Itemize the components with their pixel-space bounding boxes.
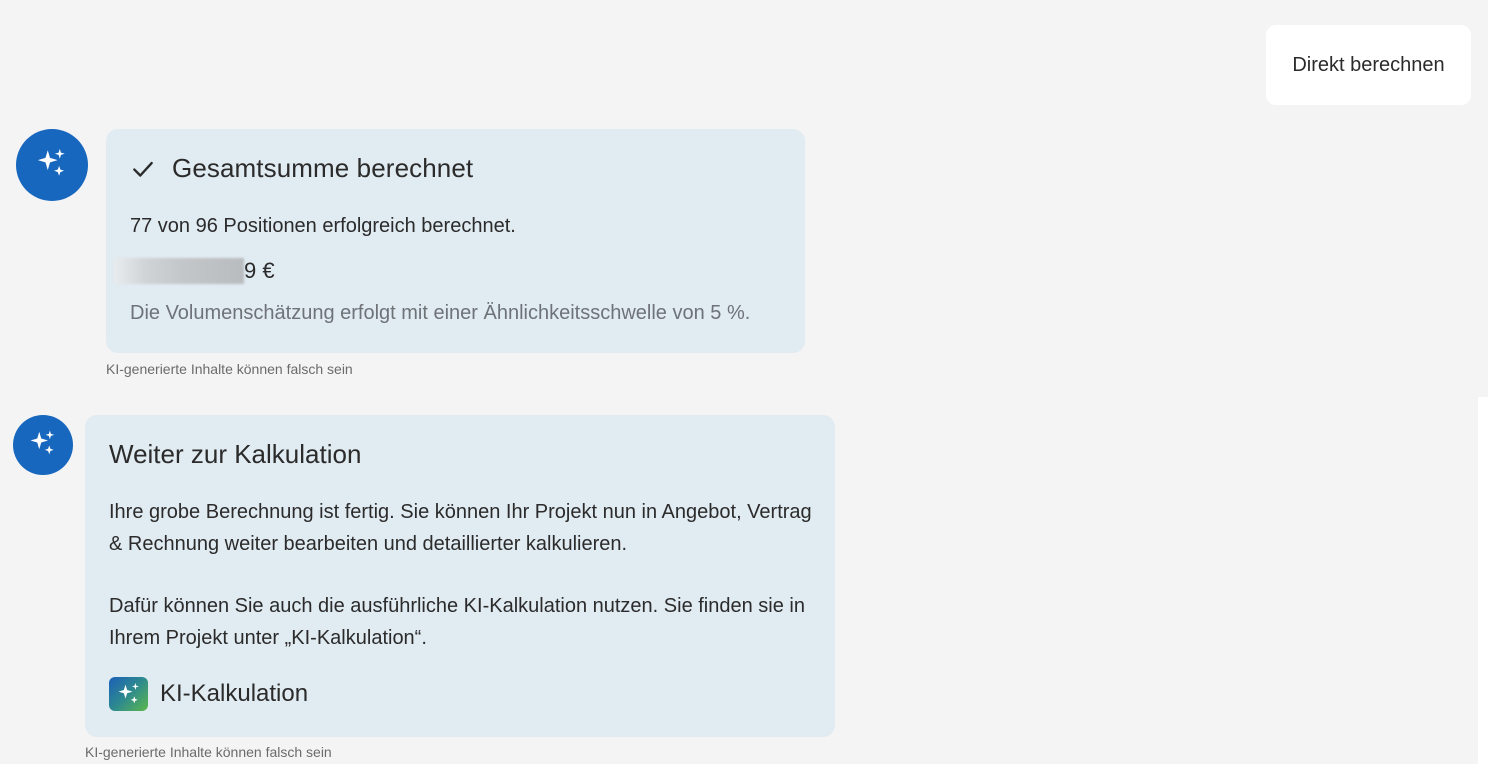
ki-kalkulation-app-icon [109,677,148,711]
sparkles-icon [28,428,58,463]
amount-visible-suffix: 9 € [244,258,275,283]
ai-disclaimer: KI-generierte Inhalte können falsch sein [106,361,353,377]
sparkles-icon [35,146,69,185]
right-edge-strip [1478,397,1488,764]
next-steps-card: Weiter zur Kalkulation Ihre grobe Berech… [85,415,835,737]
card-paragraph: Dafür können Sie auch die ausführliche K… [109,595,805,649]
positions-count-text: 77 von 96 Positionen erfolgreich berechn… [130,215,516,237]
ki-kalkulation-label: KI-Kalkulation [160,680,309,707]
card-paragraph: Ihre grobe Berechnung ist fertig. Sie kö… [109,501,812,555]
check-icon [130,154,160,184]
assistant-avatar [13,415,73,475]
direkt-berechnen-message[interactable]: Direkt berechnen [1266,25,1471,105]
volume-estimation-hint: Die Volumenschätzung erfolgt mit einer Ä… [130,302,751,324]
assistant-avatar [16,129,88,201]
card-title: Weiter zur Kalkulation [109,439,362,469]
total-amount: 9 € [114,256,275,286]
card-title-row: Gesamtsumme berechnet [130,153,473,184]
calculation-result-card: Gesamtsumme berechnet 77 von 96 Position… [106,129,805,353]
ki-kalkulation-link[interactable]: KI-Kalkulation [109,677,308,711]
redacted-amount-blur [114,258,244,284]
ai-disclaimer: KI-generierte Inhalte können falsch sein [85,744,332,760]
card-title: Gesamtsumme berechnet [172,153,474,183]
